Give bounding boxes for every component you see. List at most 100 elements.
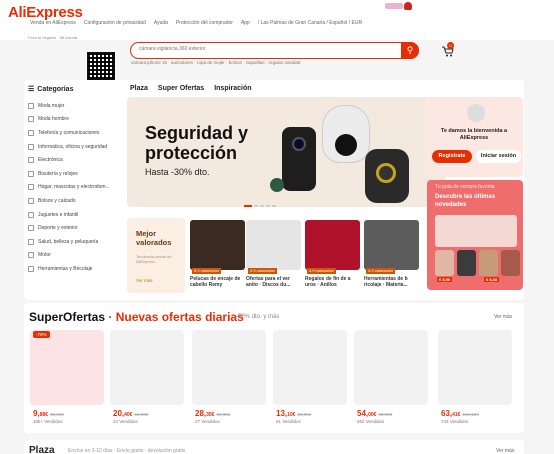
category-list: Moda mujer Moda hombre Telefonía y comun… [28, 99, 110, 276]
category-item[interactable]: Juguetes e infantil [28, 208, 110, 222]
product-tile-wigs[interactable] [190, 220, 245, 270]
tile-caption: Regalos de fin de a uros · Anillos [305, 276, 351, 288]
category-item[interactable]: Motor [28, 249, 110, 263]
super-view-more-link[interactable]: Ver más [494, 314, 512, 320]
rating-badge: 5.0 valoración [192, 268, 221, 274]
category-item[interactable]: Bisutería y relojes [28, 167, 110, 181]
register-button[interactable]: Regístrate [432, 150, 472, 163]
tab-super-ofertas[interactable]: Super Ofertas [158, 85, 204, 92]
best-rated-subtitle: Tendencia actual de AliExpress [136, 254, 172, 264]
categories-header[interactable]: ☰ Categorías [28, 85, 74, 94]
product-tile-discs[interactable] [246, 220, 301, 270]
tab-plaza[interactable]: Plaza [130, 85, 148, 92]
toy-icon [28, 211, 34, 218]
search-icon: ⚲ [406, 45, 414, 55]
category-item[interactable]: Telefonía y comunicaciones [28, 126, 110, 140]
plaza-subtitle: Envíos en 3-10 días · Envío gratis · dev… [68, 448, 186, 454]
welcome-text: Te damos la bienvenida a AliExpress [440, 128, 508, 141]
product-card[interactable] [110, 330, 184, 405]
discount-badge: -70% [33, 331, 50, 338]
promo-title: Tu guía de compra favorita [435, 184, 495, 190]
locale-selector[interactable]: / Las Palmas de Gran Canaria / Español /… [258, 20, 362, 26]
tools-icon [28, 265, 34, 272]
promo-products [435, 250, 520, 276]
promo-image [435, 215, 517, 247]
product-card[interactable] [273, 330, 347, 405]
sold-count: 24 Vendidos [113, 419, 138, 424]
category-item[interactable]: Herramientas y Bricolaje [28, 262, 110, 276]
search-input[interactable] [139, 46, 389, 52]
search-button[interactable]: ⚲ [401, 42, 419, 59]
tile-caption: Herramientas de b ricolaje · Materia... [364, 276, 408, 288]
hero-banner[interactable]: Seguridad y protección Hasta -30% dto. [127, 97, 445, 207]
search-bar: ⚲ [130, 42, 419, 59]
product-card[interactable] [354, 330, 428, 405]
super-deals-title[interactable]: SuperOfertas · Nuevas ofertas diarias [29, 310, 244, 324]
jewelry-icon [28, 170, 34, 177]
plaza-title: Plaza [29, 445, 55, 454]
computer-icon [28, 143, 34, 150]
best-rated-link[interactable]: Ver más [136, 278, 153, 283]
qr-code-icon [87, 52, 115, 80]
category-item[interactable]: Electrónica [28, 153, 110, 167]
best-rated-title: Mejor valorados [136, 229, 172, 247]
rating-badge: 4.9 valoración [248, 268, 277, 274]
login-button[interactable]: Iniciar sesión [476, 150, 521, 163]
banner-subtitle: Hasta -30% dto. [145, 167, 210, 177]
nav-tabs: Plaza Super Ofertas Inspiración [130, 85, 252, 92]
sold-count: 262 Vendidos [357, 419, 385, 424]
super-deals-discount: -50% dto. y más [236, 314, 280, 320]
categories-title: Categorías [37, 85, 74, 93]
product-card[interactable] [438, 330, 512, 405]
sold-count: 27 Vendidos [195, 419, 220, 424]
product-card[interactable] [30, 330, 104, 405]
cart-count-badge: 0 [447, 42, 454, 49]
rating-badge: 4.9 valoración [307, 268, 336, 274]
my-account-link[interactable]: Mi cuenta [60, 35, 77, 40]
link-app[interactable]: App [241, 20, 250, 26]
rating-badge: 4.9 valoración [366, 268, 395, 274]
product-card[interactable] [192, 330, 266, 405]
promo-text: Descubre las últimas novedades [435, 194, 496, 208]
link-privacy[interactable]: Configuración de privacidad [84, 20, 146, 26]
sold-count: 61 Vendidos [276, 419, 301, 424]
category-item[interactable]: Hogar, mascotas y electrodom... [28, 181, 110, 195]
super-title-sub: · Nuevas ofertas diarias [105, 310, 244, 324]
tile-caption: Pelucas de encaje de cabello Remy [190, 276, 241, 288]
menu-icon: ☰ [28, 86, 35, 93]
plaza-view-more-link[interactable]: Ver más [496, 448, 514, 454]
super-title-main: SuperOfertas [29, 310, 106, 324]
phone-icon [28, 129, 34, 136]
category-item[interactable]: Moda hombre [28, 113, 110, 127]
banner-title: Seguridad y protección [145, 123, 249, 163]
bag-icon [28, 197, 34, 204]
category-item[interactable]: Informática, oficina y seguridad [28, 140, 110, 154]
promo-decoration [385, 3, 403, 9]
product-price: 20,40€ 54,00€ [113, 409, 149, 418]
carousel-indicator[interactable] [244, 205, 276, 207]
category-item[interactable]: Bolsos y calzado [28, 194, 110, 208]
category-item[interactable]: Deporte y exterior [28, 221, 110, 235]
car-icon [28, 252, 34, 259]
product-price: 9,88€ 30,00€ [33, 409, 64, 418]
promo-price: € 8,38 [484, 277, 500, 282]
aliexpress-logo[interactable]: AliExpress [8, 4, 83, 21]
avatar [467, 104, 485, 122]
sold-count: 10k+ Vendidos [33, 419, 63, 424]
tab-inspiracion[interactable]: Inspiración [214, 85, 251, 92]
create-business-link[interactable]: Crea tu negocio [28, 35, 56, 40]
tile-caption: Ofertas para el ver anito · Discos du... [246, 276, 291, 288]
product-price: 63,41€ 156,10€ [441, 409, 479, 418]
link-protection[interactable]: Protección del comprador [176, 20, 233, 26]
link-help[interactable]: Ayuda [154, 20, 168, 26]
product-tile-tools[interactable] [364, 220, 419, 270]
decorative-dot [270, 178, 284, 192]
shirt-icon [28, 116, 34, 123]
dress-icon [28, 102, 34, 109]
product-price: 28,35€ 86,00€ [195, 409, 231, 418]
category-item[interactable]: Salud, belleza y peluquería [28, 235, 110, 249]
search-suggestions[interactable]: camara iphone 15 · auriculares · ropa de… [131, 60, 300, 65]
electronics-icon [28, 157, 34, 164]
category-item[interactable]: Moda mujer [28, 99, 110, 113]
product-tile-rings[interactable] [305, 220, 360, 270]
